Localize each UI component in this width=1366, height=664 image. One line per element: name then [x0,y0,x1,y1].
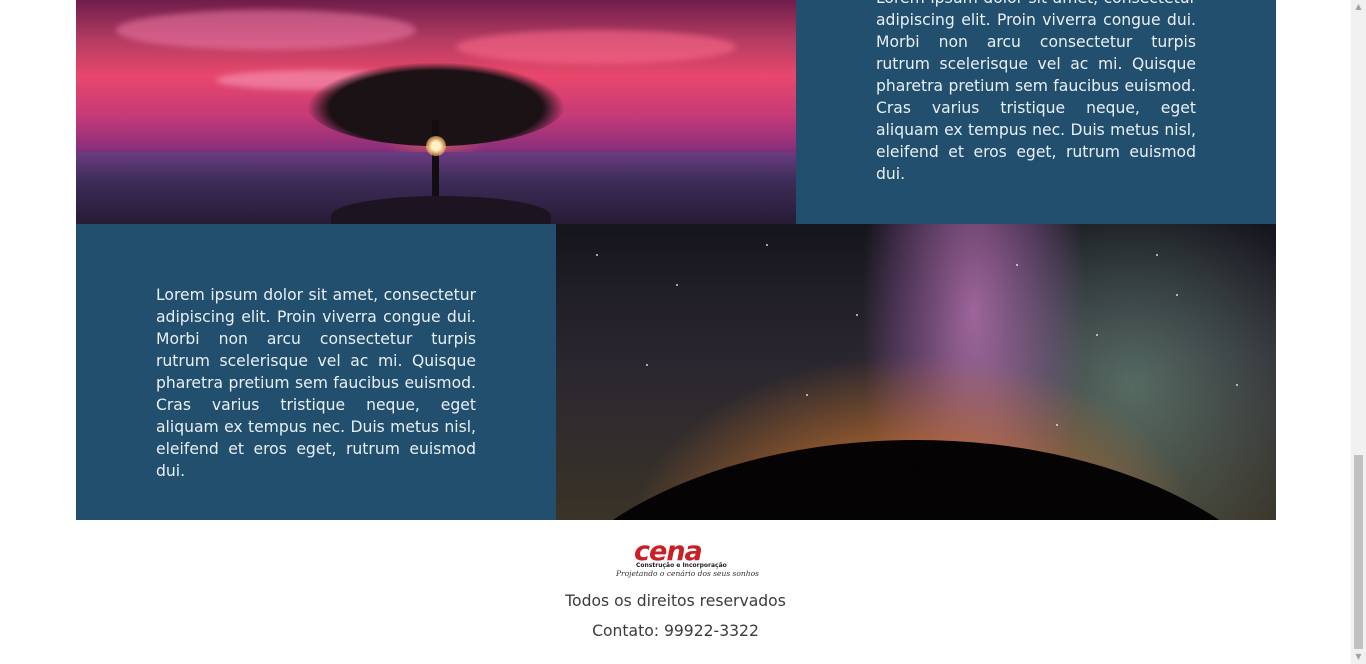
scroll-up-arrow-icon[interactable]: ▲ [1351,0,1366,14]
text-panel-1: Lorem ipsum dolor sit amet, consectetur … [796,0,1276,224]
text-panel-2: Lorem ipsum dolor sit amet, consectetur … [76,224,556,520]
rights-text: Todos os direitos reservados [565,592,786,610]
vertical-scrollbar[interactable]: ▲ ▼ [1351,0,1366,664]
section-2-paragraph: Lorem ipsum dolor sit amet, consectetur … [156,286,476,480]
cena-logo[interactable]: cena Construção e Incorporação Projetand… [612,536,759,584]
page: Lorem ipsum dolor sit amet, consectetur … [0,0,1351,664]
scroll-down-arrow-icon[interactable]: ▼ [1351,650,1366,664]
scroll-thumb[interactable] [1354,455,1363,649]
section-1-paragraph: Lorem ipsum dolor sit amet, consectetur … [876,0,1196,183]
sunset-tree-image [76,0,796,224]
milky-way-image [556,224,1276,520]
contact-text: Contato: 99922-3322 [592,622,759,640]
